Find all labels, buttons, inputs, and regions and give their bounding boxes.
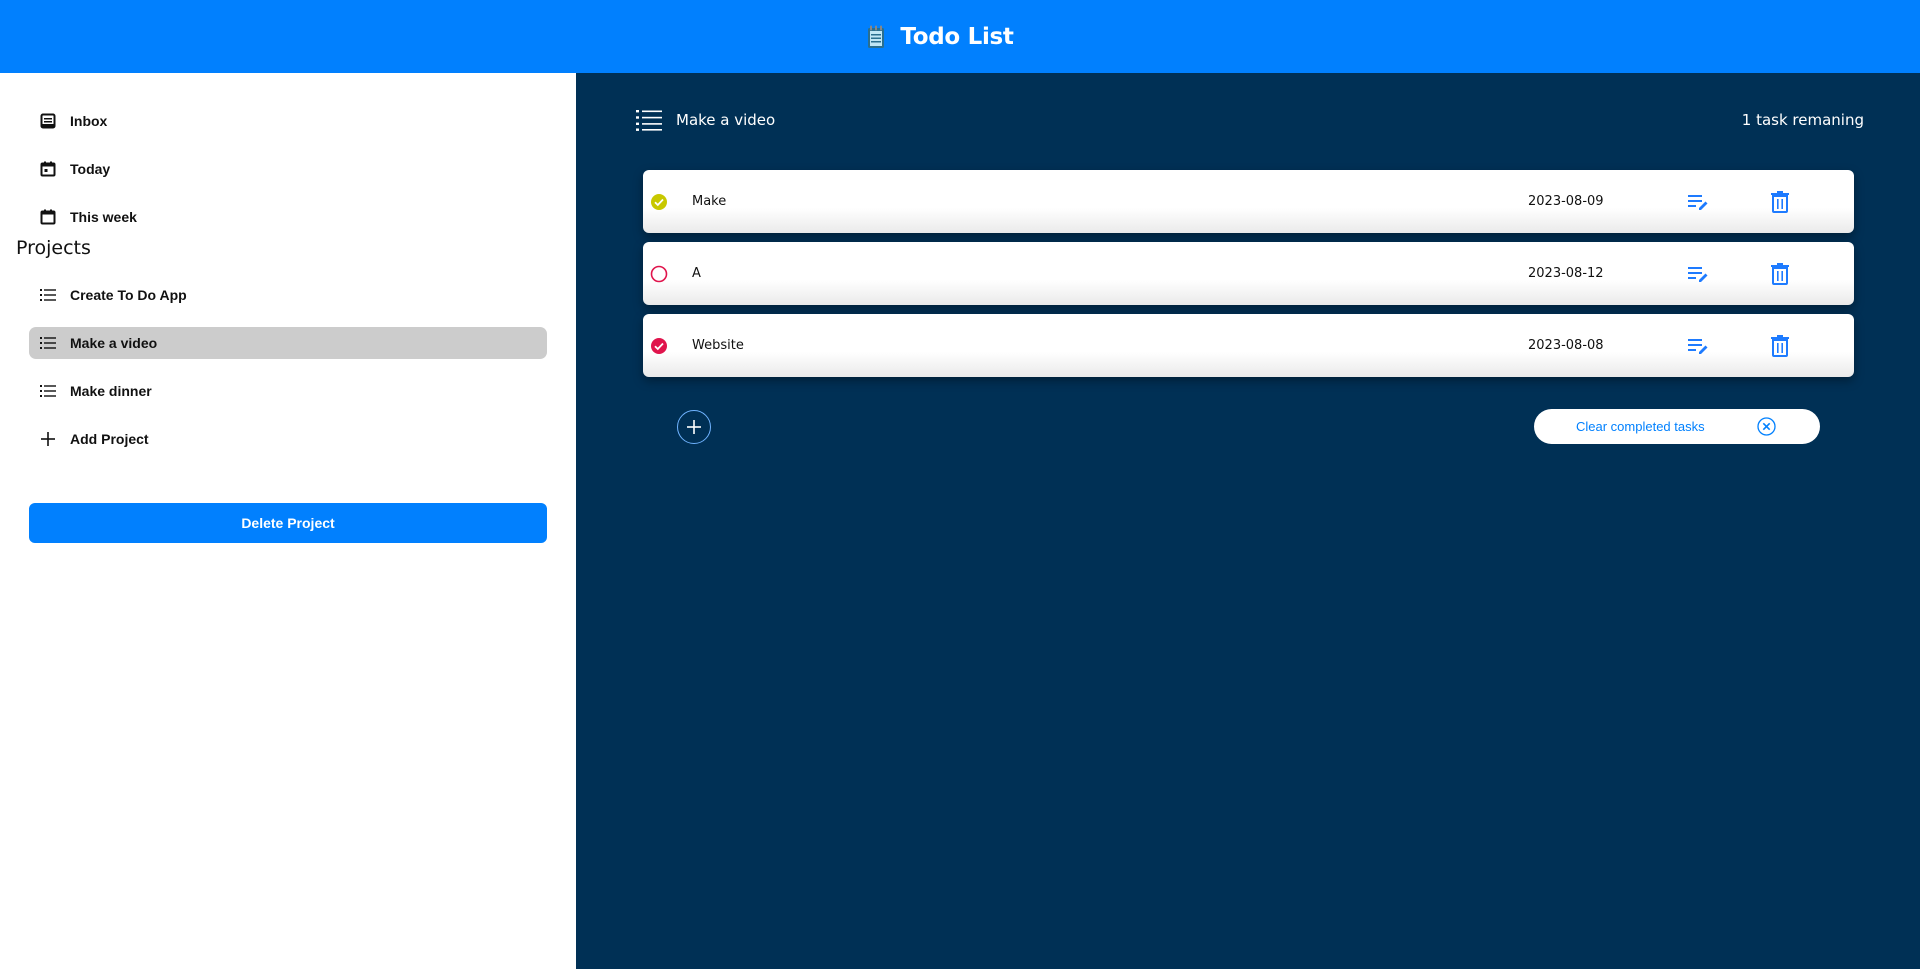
sidebar-item-label: Make a video bbox=[70, 335, 158, 351]
sidebar-item-label: Create To Do App bbox=[70, 287, 187, 303]
task-date: 2023-08-12 bbox=[1528, 266, 1604, 281]
task-name: Make bbox=[692, 194, 727, 209]
trash-icon[interactable] bbox=[1770, 334, 1790, 357]
close-circle-icon bbox=[1757, 417, 1776, 436]
plus-icon bbox=[686, 419, 702, 435]
task-name: A bbox=[692, 266, 701, 281]
edit-icon[interactable] bbox=[1687, 191, 1709, 213]
sidebar-item-make-a-video[interactable]: Make a video bbox=[29, 327, 547, 359]
task-row[interactable]: Make 2023-08-09 bbox=[643, 170, 1854, 233]
add-task-button[interactable] bbox=[677, 410, 711, 444]
app-title: Todo List bbox=[900, 23, 1014, 50]
sidebar: Inbox Today This week Projects Create To… bbox=[0, 73, 576, 969]
project-header: Make a video 1 task remaning bbox=[636, 106, 1864, 134]
task-date: 2023-08-09 bbox=[1528, 194, 1604, 209]
delete-project-button[interactable]: Delete Project bbox=[29, 503, 547, 543]
app-header: Todo List bbox=[0, 0, 1920, 73]
task-date: 2023-08-08 bbox=[1528, 338, 1604, 353]
project-title: Make a video bbox=[676, 111, 776, 129]
list-icon bbox=[39, 382, 57, 400]
clear-completed-button[interactable]: Clear completed tasks bbox=[1534, 409, 1820, 444]
notepad-icon bbox=[866, 25, 886, 49]
task-row[interactable]: A 2023-08-12 bbox=[643, 242, 1854, 305]
plus-icon bbox=[39, 430, 57, 448]
sidebar-item-make-dinner[interactable]: Make dinner bbox=[29, 375, 547, 407]
tasks-remaining: 1 task remaning bbox=[1741, 111, 1864, 129]
sidebar-item-create-to-do-app[interactable]: Create To Do App bbox=[29, 279, 547, 311]
add-project-button[interactable]: Add Project bbox=[29, 423, 547, 455]
projects-heading: Projects bbox=[16, 237, 91, 259]
list-icon bbox=[39, 286, 57, 304]
list-icon bbox=[39, 334, 57, 352]
edit-icon[interactable] bbox=[1687, 335, 1709, 357]
main-panel: Make a video 1 task remaning Make 2023-0… bbox=[576, 73, 1920, 969]
sidebar-item-label: Today bbox=[70, 161, 111, 177]
sidebar-item-label: This week bbox=[70, 209, 137, 225]
sidebar-item-this-week[interactable]: This week bbox=[29, 201, 547, 233]
edit-icon[interactable] bbox=[1687, 263, 1709, 285]
clear-completed-label: Clear completed tasks bbox=[1576, 419, 1705, 434]
trash-icon[interactable] bbox=[1770, 262, 1790, 285]
list-icon bbox=[636, 109, 662, 131]
sidebar-item-label: Make dinner bbox=[70, 383, 152, 399]
add-project-label: Add Project bbox=[70, 431, 149, 447]
sidebar-item-inbox[interactable]: Inbox bbox=[29, 105, 547, 137]
empty-circle-icon[interactable] bbox=[650, 265, 668, 283]
calendar-today-icon bbox=[39, 160, 57, 178]
task-row[interactable]: Website 2023-08-08 bbox=[643, 314, 1854, 377]
inbox-icon bbox=[39, 112, 57, 130]
calendar-week-icon bbox=[39, 208, 57, 226]
trash-icon[interactable] bbox=[1770, 190, 1790, 213]
checked-circle-icon[interactable] bbox=[650, 193, 668, 211]
checked-circle-icon[interactable] bbox=[650, 337, 668, 355]
task-name: Website bbox=[692, 338, 744, 353]
sidebar-item-label: Inbox bbox=[70, 113, 108, 129]
sidebar-item-today[interactable]: Today bbox=[29, 153, 547, 185]
